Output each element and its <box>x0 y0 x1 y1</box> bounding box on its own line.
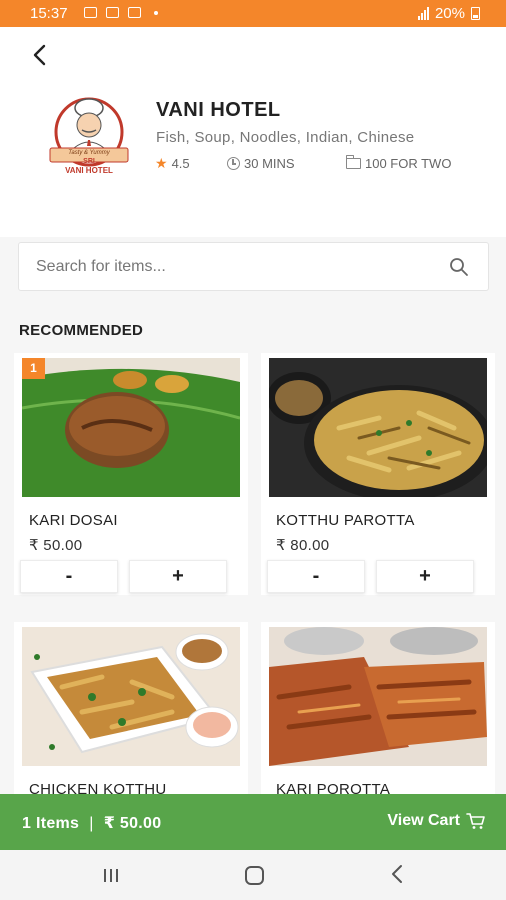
increase-quantity-button[interactable]: + <box>376 560 474 593</box>
status-right: 20% <box>417 5 480 22</box>
rating-value: 4.5 <box>171 156 190 171</box>
food-image-kotthu-parotta <box>269 358 487 497</box>
view-cart-button[interactable]: View Cart <box>387 812 486 830</box>
cart-icon <box>466 813 485 829</box>
logo-name: VANI HOTEL <box>65 166 113 175</box>
view-cart-label: View Cart <box>387 812 460 829</box>
cart-total: ₹ 50.00 <box>103 815 162 832</box>
cost-for-two-value: 100 FOR TWO <box>365 156 452 171</box>
clock-icon <box>227 157 240 170</box>
restaurant-header: Tasty & Yummy SRI VANI HOTEL VANI HOTEL … <box>0 27 506 237</box>
status-bar: 15:37 20% <box>0 0 506 27</box>
signal-icon <box>417 7 429 20</box>
restaurant-cuisines: Fish, Soup, Noodles, Indian, Chinese <box>156 129 415 146</box>
recent-apps-icon[interactable] <box>104 869 118 882</box>
battery-percent: 20% <box>434 5 465 22</box>
restaurant-meta: ★ 4.5 30 MINS 100 FOR TWO <box>155 155 451 172</box>
cart-item-count: 1 Items <box>22 815 80 832</box>
restaurant-name: VANI HOTEL <box>156 99 281 121</box>
decrease-quantity-button[interactable]: - <box>267 560 365 593</box>
more-notifications-icon <box>154 10 158 15</box>
logo-sri: SRI <box>83 158 95 165</box>
cart-summary: 1 Items | ₹ 50.00 <box>22 813 161 833</box>
notification-icons <box>84 7 158 18</box>
restaurant-logo: Tasty & Yummy SRI VANI HOTEL <box>44 92 134 182</box>
rating: ★ 4.5 <box>155 155 227 172</box>
item-count-badge: 1 <box>22 358 45 379</box>
status-time: 15:37 <box>30 5 68 22</box>
back-arrow-icon[interactable] <box>26 41 58 73</box>
increase-quantity-button[interactable]: + <box>129 560 227 593</box>
battery-icon <box>471 7 480 20</box>
delivery-time: 30 MINS <box>227 155 346 172</box>
food-image-kari-porotta <box>269 627 487 766</box>
cart-bar[interactable]: 1 Items | ₹ 50.00 View Cart <box>0 794 506 850</box>
food-image-kari-dosai: 1 <box>22 358 240 497</box>
system-back-icon[interactable] <box>390 863 404 891</box>
menu-item-card[interactable]: 1 KARI DOSAI ₹ 50.00 - + <box>14 353 248 595</box>
section-title-recommended: RECOMMENDED <box>19 322 144 339</box>
cart-separator: | <box>89 815 94 832</box>
food-image-chicken-kotthu <box>22 627 240 766</box>
wallet-icon <box>345 155 361 169</box>
delivery-time-value: 30 MINS <box>244 156 295 171</box>
home-icon[interactable] <box>245 866 264 885</box>
item-price: ₹ 50.00 <box>29 537 83 554</box>
cost-for-two: 100 FOR TWO <box>345 155 452 172</box>
gallery-notification-icon <box>84 7 97 18</box>
item-price: ₹ 80.00 <box>276 537 330 554</box>
search-icon[interactable] <box>449 257 469 277</box>
star-icon: ★ <box>155 155 168 171</box>
decrease-quantity-button[interactable]: - <box>20 560 118 593</box>
item-name: KOTTHU PAROTTA <box>276 512 415 529</box>
menu-item-card[interactable]: KOTTHU PAROTTA ₹ 80.00 - + <box>261 353 495 595</box>
item-name: KARI DOSAI <box>29 512 118 529</box>
message-notification-icon <box>128 7 141 18</box>
logo-tagline: Tasty & Yummy <box>68 150 110 156</box>
search-input[interactable] <box>36 256 436 278</box>
system-navigation-bar <box>0 850 506 900</box>
search-box <box>18 242 489 291</box>
screen-notification-icon <box>106 7 119 18</box>
